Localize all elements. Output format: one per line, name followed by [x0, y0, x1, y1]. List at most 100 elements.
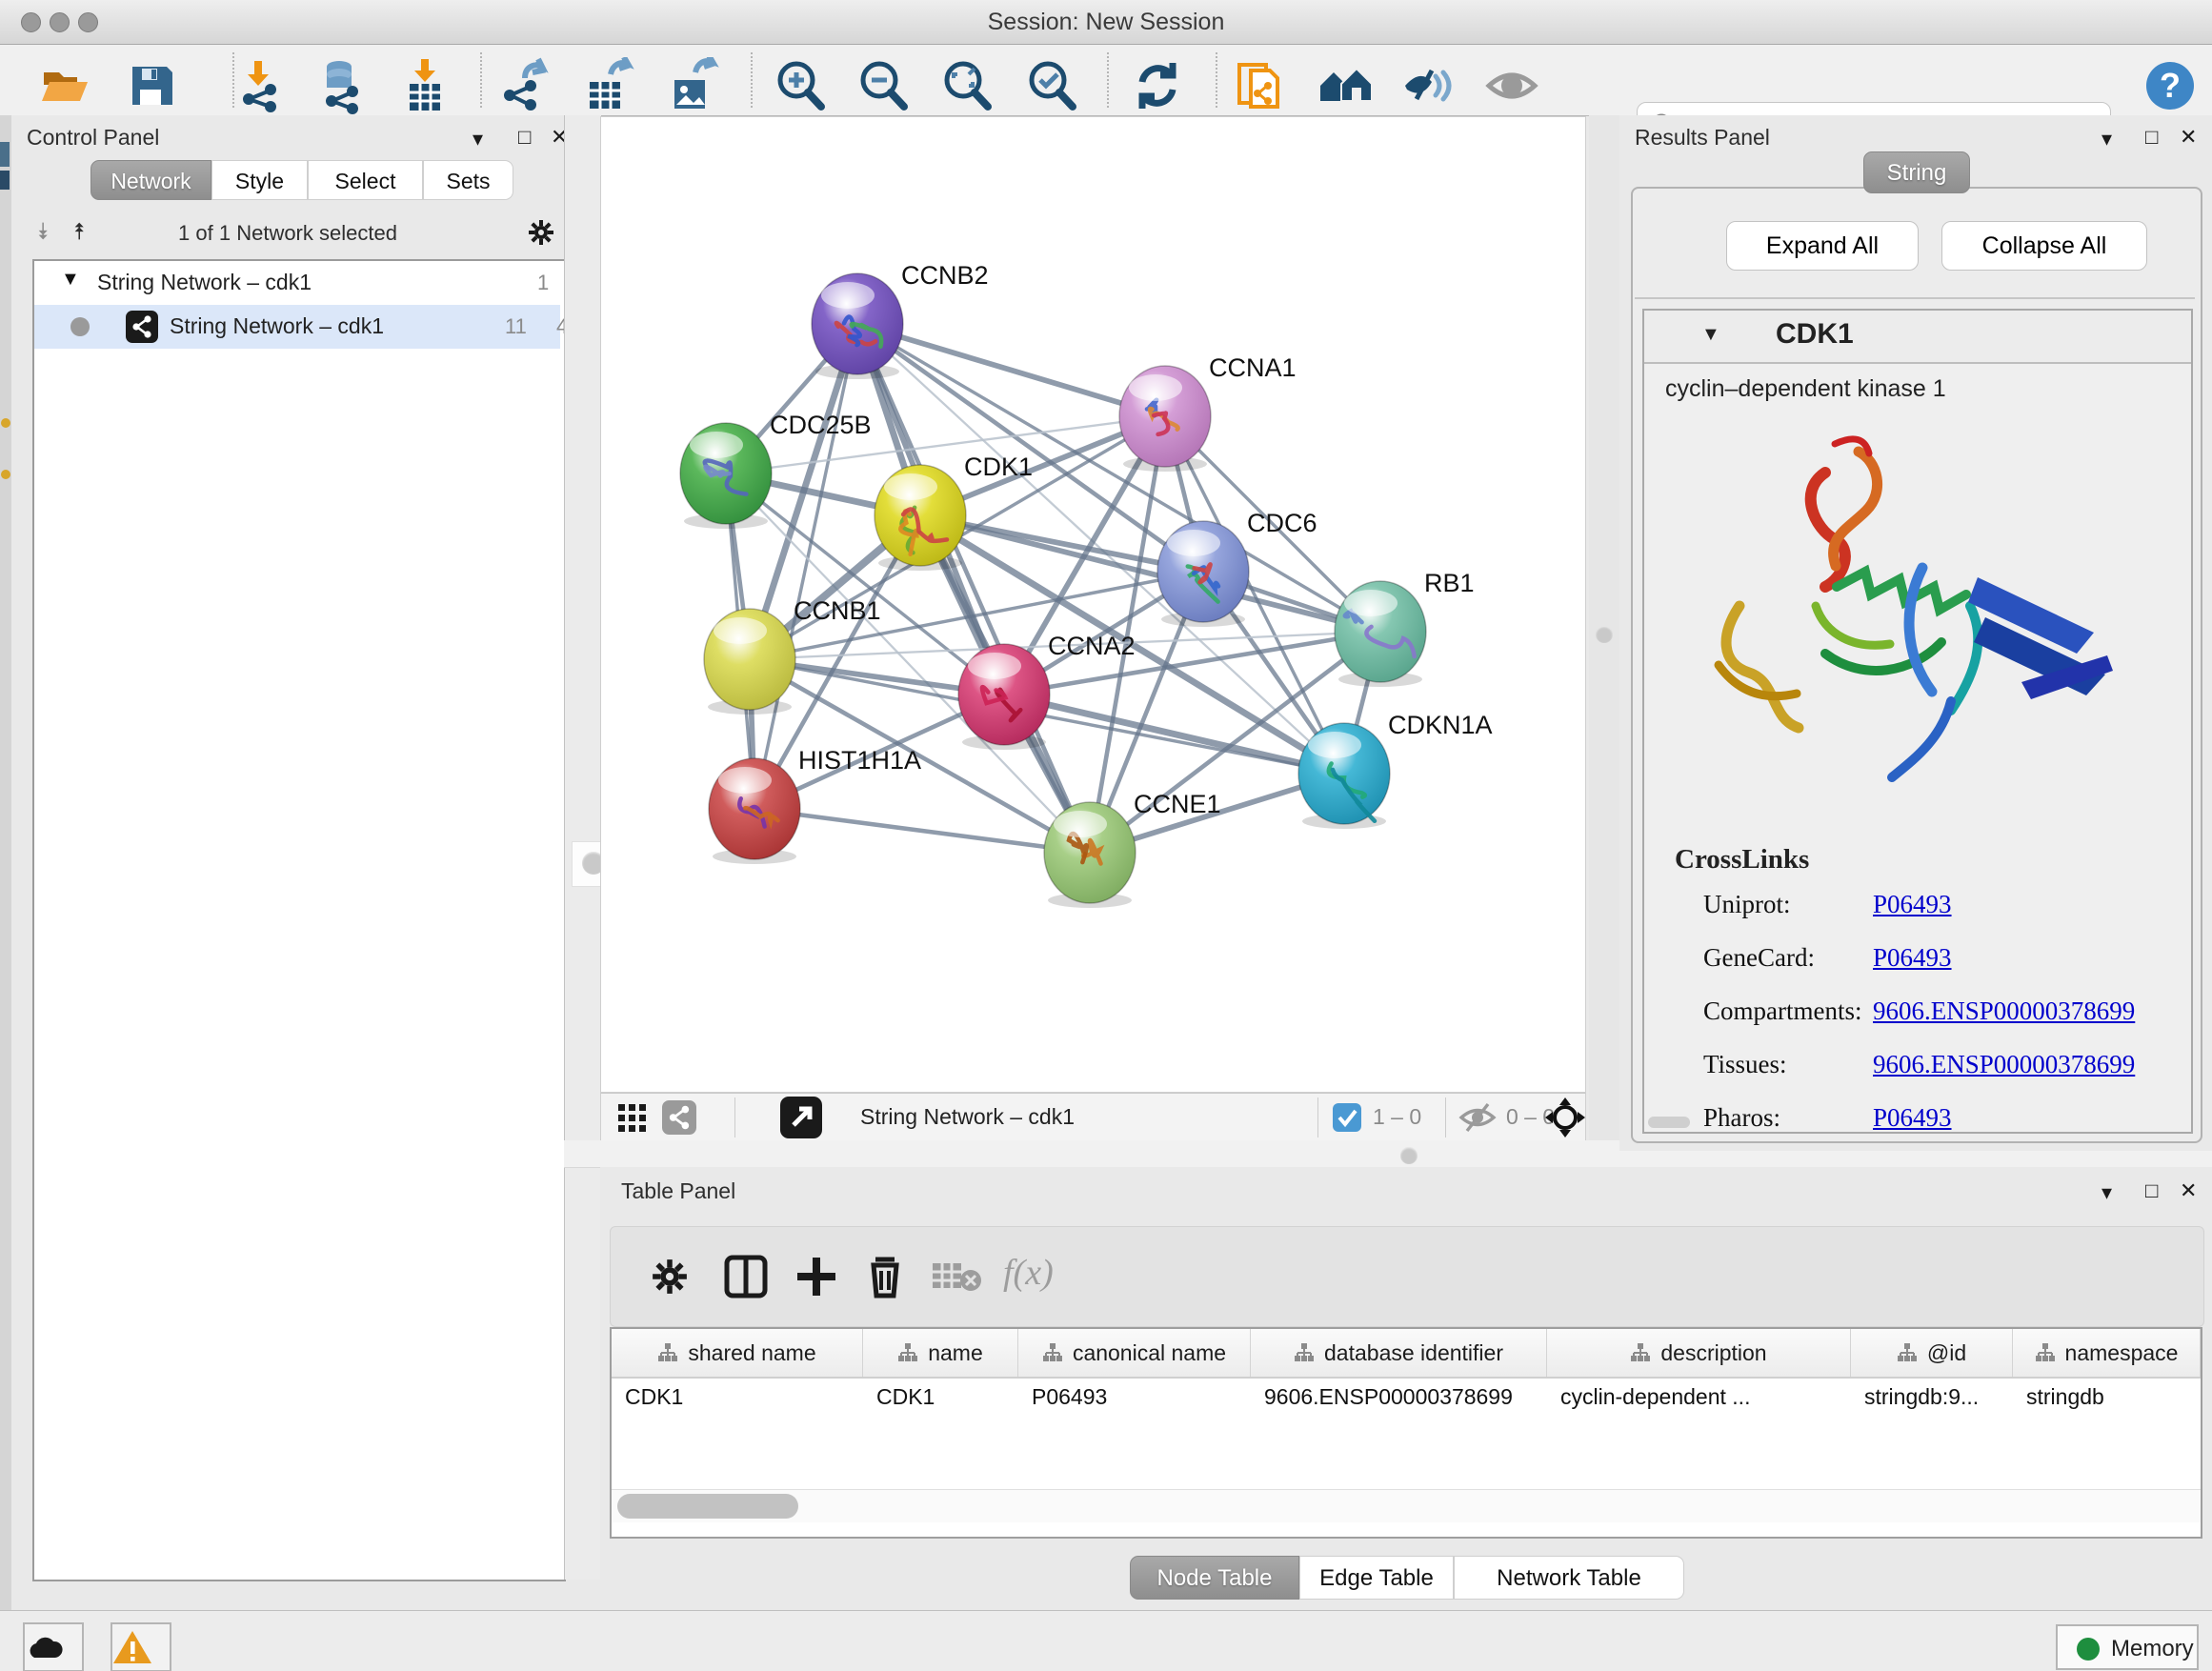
column-label: database identifier [1324, 1340, 1503, 1366]
crosslink-value-link[interactable]: P06493 [1873, 890, 1952, 919]
save-session-icon[interactable] [123, 57, 180, 114]
splitter-grip[interactable] [1596, 626, 1613, 643]
edge-HIST1H1A-CCNE1[interactable] [754, 809, 1090, 853]
panel-float-icon[interactable]: □ [2145, 1178, 2158, 1203]
hidden-eye-icon[interactable] [1458, 1101, 1497, 1134]
zoom-fit-icon[interactable] [938, 57, 995, 114]
export-network-icon[interactable] [496, 57, 553, 114]
network-row-selected[interactable]: String Network – cdk1 11 48 [34, 305, 560, 349]
export-image-icon[interactable] [663, 57, 720, 114]
zoom-in-icon[interactable] [772, 57, 829, 114]
scrollbar-thumb[interactable] [617, 1494, 798, 1519]
edge-CCNA2-CDKN1A[interactable] [1004, 695, 1344, 774]
show-all-icon[interactable] [1483, 57, 1540, 114]
column-header-canonicalname[interactable]: canonical name [1018, 1329, 1251, 1377]
birds-eye-icon[interactable] [1544, 1097, 1586, 1138]
crosslink-value-link[interactable]: 9606.ENSP00000378699 [1873, 997, 2135, 1026]
crosslink-value-link[interactable]: P06493 [1873, 1103, 1952, 1133]
network-view-title: String Network – cdk1 [860, 1104, 1075, 1130]
tab-sets[interactable]: Sets [423, 160, 513, 200]
warning-button[interactable] [111, 1622, 171, 1671]
node-label-CDC6: CDC6 [1247, 509, 1317, 537]
panel-close-icon[interactable]: ✕ [2180, 125, 2197, 150]
node-CCNA1[interactable] [1119, 366, 1211, 472]
selected-counts: 1 – 0 [1373, 1104, 1421, 1130]
crosslink-row: Uniprot:P06493 [1644, 882, 2191, 930]
export-table-icon[interactable] [578, 57, 635, 114]
node-CDK1[interactable] [875, 465, 966, 571]
open-session-icon[interactable] [36, 57, 93, 114]
cloud-button[interactable] [23, 1622, 84, 1671]
column-header-name[interactable]: name [863, 1329, 1018, 1377]
panel-float-icon[interactable]: □ [2145, 125, 2158, 150]
memory-button[interactable]: Memory [2056, 1624, 2199, 1670]
toolbar-separator [1445, 1097, 1446, 1137]
node-CCNB1[interactable] [704, 609, 795, 715]
home-icon[interactable] [1317, 57, 1374, 114]
tab-style[interactable]: Style [211, 160, 308, 200]
crosslink-value-link[interactable]: P06493 [1873, 943, 1952, 973]
cdk1-section-header[interactable]: ▼ CDK1 [1644, 311, 2191, 364]
hide-selected-icon[interactable] [1399, 57, 1457, 114]
collection-expander-icon[interactable]: ▼ [61, 269, 80, 291]
node-CDC25B[interactable] [680, 423, 772, 529]
tab-edge-table[interactable]: Edge Table [1299, 1556, 1454, 1600]
column-header-id[interactable]: @id [1851, 1329, 2013, 1377]
edge-CCNB2-CCNA1[interactable] [857, 324, 1165, 416]
tab-network[interactable]: Network [90, 160, 211, 200]
zoom-out-icon[interactable] [855, 57, 912, 114]
cytoscape-window: Session: New Session [0, 0, 2212, 1671]
split-columns-icon[interactable] [723, 1254, 769, 1299]
toolbar-separator [1216, 52, 1217, 108]
table-horizontal-scrollbar[interactable] [612, 1489, 2201, 1522]
right-splitter[interactable] [1589, 115, 1619, 1140]
expand-all-button[interactable]: Expand All [1726, 221, 1919, 271]
panel-menu-icon[interactable]: ▾ [2101, 127, 2112, 151]
refresh-icon[interactable] [1129, 57, 1186, 114]
help-icon[interactable]: ? [2142, 57, 2199, 114]
detach-view-icon[interactable] [780, 1097, 822, 1138]
tab-string[interactable]: String [1863, 151, 1970, 193]
network-canvas[interactable]: CCNB2CCNA1CDC25BCDK1CDC6RB1CCNB1CCNA2CDK… [600, 116, 1586, 1093]
splitter-grip[interactable] [1400, 1147, 1418, 1164]
node-RB1[interactable] [1335, 581, 1426, 687]
column-header-namespace[interactable]: namespace [2013, 1329, 2201, 1377]
left-splitter[interactable] [564, 115, 601, 1580]
results-scrollbar-thumb[interactable] [1648, 1117, 1690, 1128]
panel-float-icon[interactable]: □ [518, 125, 531, 150]
column-type-icon [1294, 1342, 1315, 1363]
collapse-all-button[interactable]: Collapse All [1941, 221, 2147, 271]
column-header-sharedname[interactable]: shared name [612, 1329, 863, 1377]
panel-menu-icon[interactable]: ▾ [473, 127, 483, 151]
tab-network-table[interactable]: Network Table [1454, 1556, 1684, 1600]
gear-icon[interactable] [526, 217, 556, 248]
tab-node-table[interactable]: Node Table [1130, 1556, 1299, 1600]
section-expander-icon[interactable]: ▼ [1701, 324, 1720, 346]
column-header-databaseidentifier[interactable]: database identifier [1251, 1329, 1547, 1377]
column-header-description[interactable]: description [1547, 1329, 1851, 1377]
selected-checkbox-icon[interactable] [1333, 1103, 1361, 1132]
panel-menu-icon[interactable]: ▾ [2101, 1180, 2112, 1205]
tab-select[interactable]: Select [308, 160, 423, 200]
import-table-icon[interactable] [396, 57, 453, 114]
node-CDC6[interactable] [1157, 521, 1249, 627]
column-label: @id [1927, 1340, 1966, 1366]
delete-column-icon[interactable] [862, 1252, 908, 1299]
import-network-database-icon[interactable] [311, 57, 368, 114]
node-CCNE1[interactable] [1044, 802, 1136, 908]
table-gear-icon[interactable] [649, 1256, 691, 1298]
node-HIST1H1A[interactable] [709, 758, 800, 864]
node-CDKN1A[interactable] [1298, 723, 1390, 829]
string-document-icon[interactable] [1232, 57, 1289, 114]
panel-close-icon[interactable]: ✕ [2180, 1178, 2197, 1203]
crosslink-value-link[interactable]: 9606.ENSP00000378699 [1873, 1050, 2135, 1079]
node-table-row[interactable]: CDK1CDK1P064939606.ENSP00000378699cyclin… [612, 1377, 2201, 1420]
import-network-file-icon[interactable] [230, 57, 287, 114]
network-share-view-icon[interactable] [662, 1100, 696, 1135]
network-view-toolbar: String Network – cdk1 1 – 0 0 – 0 [600, 1093, 1586, 1140]
add-column-icon[interactable] [794, 1254, 839, 1299]
window-title: Session: New Session [0, 9, 2212, 36]
grid-view-icon[interactable] [618, 1104, 647, 1133]
zoom-selected-icon[interactable] [1023, 57, 1080, 114]
network-collection-row[interactable]: ▼ String Network – cdk1 1 [34, 261, 560, 305]
